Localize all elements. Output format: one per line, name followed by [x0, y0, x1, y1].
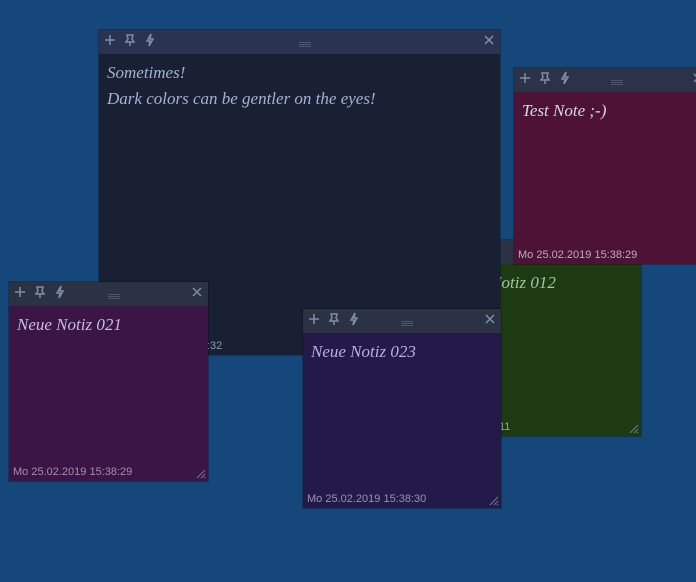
close-icon[interactable]: [691, 71, 696, 90]
pin-icon[interactable]: [538, 71, 552, 90]
note-status-bar: Mo 25.02.2019 15:38:29: [514, 246, 696, 264]
resize-grip-icon[interactable]: [629, 424, 639, 434]
note-text-line: Dark colors can be gentler on the eyes!: [107, 86, 492, 112]
note-text-line: Test Note ;-): [522, 98, 696, 124]
note-body[interactable]: Test Note ;-): [514, 92, 696, 246]
bolt-icon[interactable]: [53, 285, 67, 304]
pin-icon[interactable]: [123, 33, 137, 52]
note-text-line: Sometimes!: [107, 60, 492, 86]
sticky-note-test[interactable]: Test Note ;-) Mo 25.02.2019 15:38:29: [514, 68, 696, 264]
sticky-note-021[interactable]: Neue Notiz 021 Mo 25.02.2019 15:38:29: [9, 282, 208, 481]
desktop: Neue Notiz 012 019 15:38:11 Sometimes! D…: [0, 0, 696, 582]
note-body[interactable]: Neue Notiz 021: [9, 306, 208, 463]
pin-icon[interactable]: [33, 285, 47, 304]
resize-grip-icon[interactable]: [489, 496, 499, 506]
sticky-note-023[interactable]: Neue Notiz 023 Mo 25.02.2019 15:38:30: [303, 309, 501, 508]
add-icon[interactable]: [518, 71, 532, 90]
resize-grip-icon[interactable]: [196, 469, 206, 479]
add-icon[interactable]: [307, 312, 321, 331]
grip-icon[interactable]: [299, 42, 300, 43]
note-titlebar[interactable]: [303, 309, 501, 333]
note-body[interactable]: Neue Notiz 023: [303, 333, 501, 490]
bolt-icon[interactable]: [143, 33, 157, 52]
grip-icon[interactable]: [402, 321, 403, 322]
grip-icon[interactable]: [108, 294, 109, 295]
pin-icon[interactable]: [327, 312, 341, 331]
close-icon[interactable]: [190, 285, 204, 304]
grip-icon[interactable]: [611, 80, 612, 81]
close-icon[interactable]: [482, 33, 496, 52]
bolt-icon[interactable]: [347, 312, 361, 331]
note-titlebar[interactable]: [9, 282, 208, 306]
note-status-bar: Mo 25.02.2019 15:38:29: [9, 463, 208, 481]
note-timestamp: Mo 25.02.2019 15:38:29: [518, 249, 637, 261]
note-timestamp: Mo 25.02.2019 15:38:30: [307, 493, 426, 505]
note-titlebar[interactable]: [514, 68, 696, 92]
close-icon[interactable]: [483, 312, 497, 331]
note-timestamp: Mo 25.02.2019 15:38:29: [13, 466, 132, 478]
note-status-bar: Mo 25.02.2019 15:38:30: [303, 490, 501, 508]
note-titlebar[interactable]: [99, 30, 500, 54]
note-text-line: Neue Notiz 021: [17, 312, 200, 338]
bolt-icon[interactable]: [558, 71, 572, 90]
note-text-line: Neue Notiz 023: [311, 339, 493, 365]
add-icon[interactable]: [13, 285, 27, 304]
add-icon[interactable]: [103, 33, 117, 52]
